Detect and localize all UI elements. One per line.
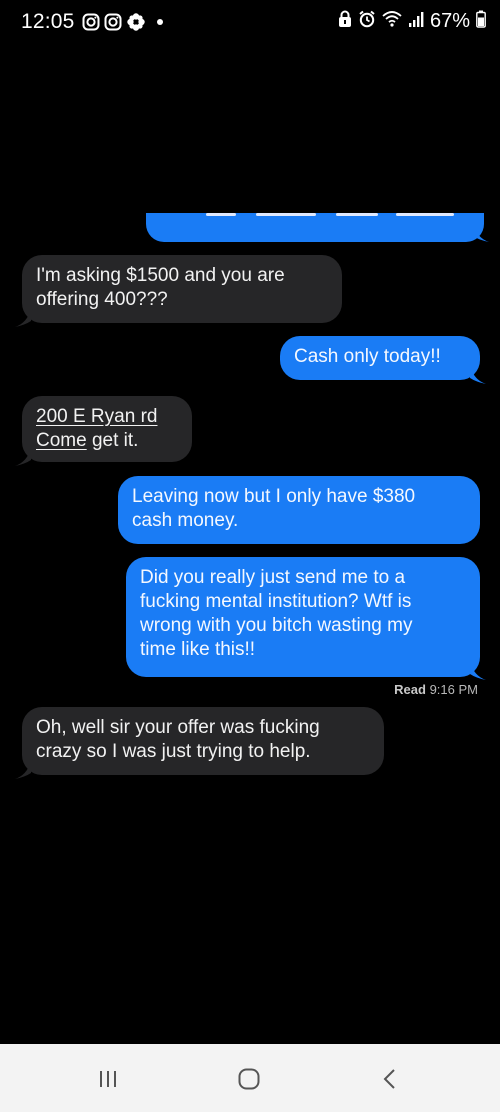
back-button[interactable] [370, 1064, 410, 1094]
bubble-tail [473, 224, 489, 242]
message-bubble-sent[interactable]: Did you really just send me to a fucking… [126, 557, 480, 677]
bubble-tail [15, 448, 31, 466]
read-label: Read [394, 682, 426, 697]
message-bubble-received[interactable]: Oh, well sir your offer was fucking craz… [22, 707, 384, 775]
battery-percent: 67% [429, 10, 470, 32]
status-left-icons [82, 12, 164, 32]
battery-icon [476, 10, 486, 33]
read-receipt: Read 9:16 PM [394, 682, 478, 697]
read-time: 9:16 PM [429, 682, 478, 697]
home-button[interactable] [229, 1064, 269, 1094]
recent-apps-icon [100, 1071, 116, 1087]
status-right-icons: 67% [338, 10, 486, 33]
conversation-thread[interactable]: I'm asking $1500 and you are offering 40… [0, 48, 500, 1044]
message-bubble-sent[interactable]: Leaving now but I only have $380 cash mo… [118, 476, 480, 544]
message-bubble-sent[interactable]: Cash only today!! [280, 336, 480, 380]
message-bubble-received[interactable]: 200 E Ryan rd Come get it. [22, 396, 192, 462]
message-text: get it. [86, 430, 139, 451]
flower-icon [126, 12, 146, 32]
bubble-tail [470, 662, 486, 680]
instagram-icon [82, 13, 100, 31]
instagram-icon [104, 13, 122, 31]
bubble-tail [470, 366, 486, 384]
wifi-icon [382, 10, 402, 33]
alarm-icon [358, 10, 376, 33]
address-link[interactable]: 200 E Ryan rd [36, 406, 157, 427]
message-bubble-sent[interactable] [146, 213, 484, 242]
dot-icon [156, 18, 164, 26]
bubble-tail [15, 309, 31, 327]
message-bubble-received[interactable]: I'm asking $1500 and you are offering 40… [22, 255, 342, 323]
address-link[interactable]: Come [36, 430, 87, 451]
status-time: 12:05 [21, 10, 75, 33]
recent-apps-button[interactable] [88, 1064, 128, 1094]
lock-icon [338, 10, 352, 33]
signal-icon [408, 10, 424, 33]
home-icon [238, 1068, 260, 1090]
bubble-tail [15, 761, 31, 779]
cut-off-text [206, 213, 454, 216]
back-icon [383, 1069, 395, 1089]
navigation-bar [0, 1044, 500, 1112]
status-bar: 12:05 67% [0, 0, 500, 48]
